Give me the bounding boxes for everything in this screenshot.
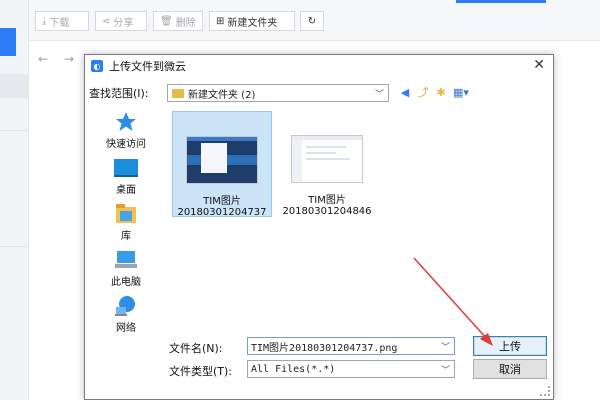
annotation-arrow bbox=[413, 257, 493, 346]
